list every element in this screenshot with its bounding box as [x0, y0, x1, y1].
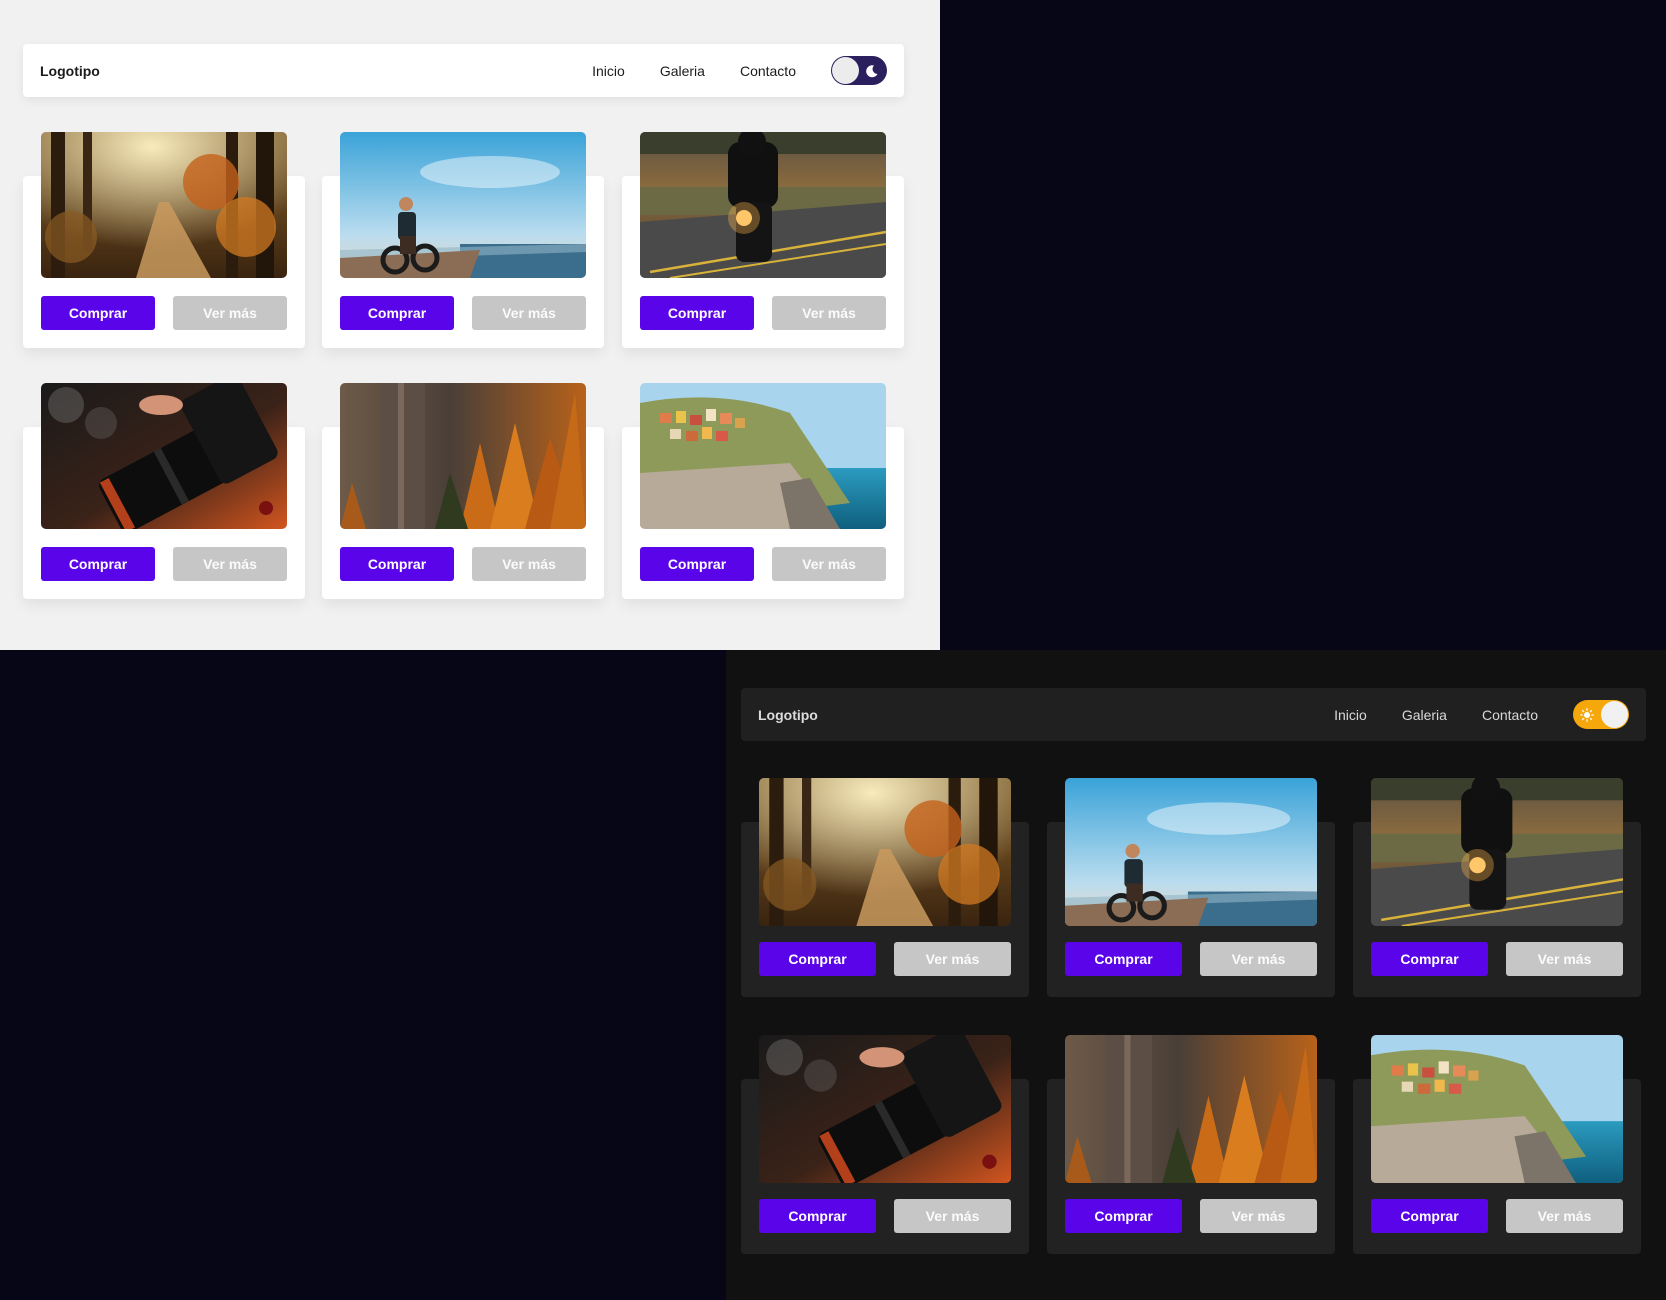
gallery-card: Comprar Ver más	[1353, 822, 1641, 997]
ver-mas-button[interactable]: Ver más	[173, 296, 287, 330]
light-theme-panel: Logotipo Inicio Galeria Contacto Comprar…	[0, 0, 940, 650]
nav-link-contacto[interactable]: Contacto	[1482, 707, 1538, 723]
dark-theme-panel: Logotipo Inicio Galeria Contacto Comprar…	[726, 650, 1666, 1300]
coastal-village-photo	[1371, 1035, 1623, 1183]
autumn-cliff-photo	[340, 383, 586, 529]
ver-mas-button[interactable]: Ver más	[772, 547, 886, 581]
gallery-card: Comprar Ver más	[622, 427, 904, 599]
cyclist-beach-photo	[1065, 778, 1317, 926]
theme-toggle[interactable]	[1573, 700, 1629, 729]
toggle-knob	[832, 57, 859, 84]
ver-mas-button[interactable]: Ver más	[472, 296, 586, 330]
gallery-card: Comprar Ver más	[1353, 1079, 1641, 1254]
comprar-button[interactable]: Comprar	[640, 547, 754, 581]
gallery-card: Comprar Ver más	[741, 822, 1029, 997]
gallery-card: Comprar Ver más	[23, 427, 305, 599]
ver-mas-button[interactable]: Ver más	[173, 547, 287, 581]
comprar-button[interactable]: Comprar	[41, 296, 155, 330]
ver-mas-button[interactable]: Ver más	[894, 1199, 1011, 1233]
toggle-knob	[1601, 701, 1628, 728]
logo[interactable]: Logotipo	[758, 707, 818, 723]
cyclist-beach-photo	[340, 132, 586, 278]
camera-lens-photo	[41, 383, 287, 529]
nav-link-galeria[interactable]: Galeria	[1402, 707, 1447, 723]
camera-lens-photo	[759, 1035, 1011, 1183]
nav-link-galeria[interactable]: Galeria	[660, 63, 705, 79]
gallery-card: Comprar Ver más	[322, 427, 604, 599]
nav-links: Inicio Galeria Contacto	[592, 56, 887, 85]
forest-path-photo	[41, 132, 287, 278]
ver-mas-button[interactable]: Ver más	[772, 296, 886, 330]
comprar-button[interactable]: Comprar	[340, 547, 454, 581]
motorcycle-road-photo	[640, 132, 886, 278]
gallery-card: Comprar Ver más	[322, 176, 604, 348]
nav-link-inicio[interactable]: Inicio	[1334, 707, 1367, 723]
comprar-button[interactable]: Comprar	[1065, 1199, 1182, 1233]
nav-link-inicio[interactable]: Inicio	[592, 63, 625, 79]
gallery-card: Comprar Ver más	[622, 176, 904, 348]
navbar: Logotipo Inicio Galeria Contacto	[741, 688, 1646, 741]
ver-mas-button[interactable]: Ver más	[1506, 942, 1623, 976]
ver-mas-button[interactable]: Ver más	[472, 547, 586, 581]
comprar-button[interactable]: Comprar	[1371, 1199, 1488, 1233]
logo[interactable]: Logotipo	[40, 63, 100, 79]
forest-path-photo	[759, 778, 1011, 926]
navbar: Logotipo Inicio Galeria Contacto	[23, 44, 904, 97]
coastal-village-photo	[640, 383, 886, 529]
theme-toggle[interactable]	[831, 56, 887, 85]
ver-mas-button[interactable]: Ver más	[1200, 942, 1317, 976]
motorcycle-road-photo	[1371, 778, 1623, 926]
comprar-button[interactable]: Comprar	[759, 1199, 876, 1233]
gallery-card: Comprar Ver más	[741, 1079, 1029, 1254]
comprar-button[interactable]: Comprar	[340, 296, 454, 330]
sun-icon	[1580, 700, 1594, 729]
comprar-button[interactable]: Comprar	[41, 547, 155, 581]
ver-mas-button[interactable]: Ver más	[894, 942, 1011, 976]
moon-icon	[865, 56, 879, 85]
comprar-button[interactable]: Comprar	[1371, 942, 1488, 976]
comprar-button[interactable]: Comprar	[640, 296, 754, 330]
comprar-button[interactable]: Comprar	[1065, 942, 1182, 976]
ver-mas-button[interactable]: Ver más	[1200, 1199, 1317, 1233]
comprar-button[interactable]: Comprar	[759, 942, 876, 976]
nav-links: Inicio Galeria Contacto	[1334, 700, 1629, 729]
gallery-card: Comprar Ver más	[1047, 822, 1335, 997]
gallery-card: Comprar Ver más	[23, 176, 305, 348]
gallery-card: Comprar Ver más	[1047, 1079, 1335, 1254]
ver-mas-button[interactable]: Ver más	[1506, 1199, 1623, 1233]
autumn-cliff-photo	[1065, 1035, 1317, 1183]
nav-link-contacto[interactable]: Contacto	[740, 63, 796, 79]
